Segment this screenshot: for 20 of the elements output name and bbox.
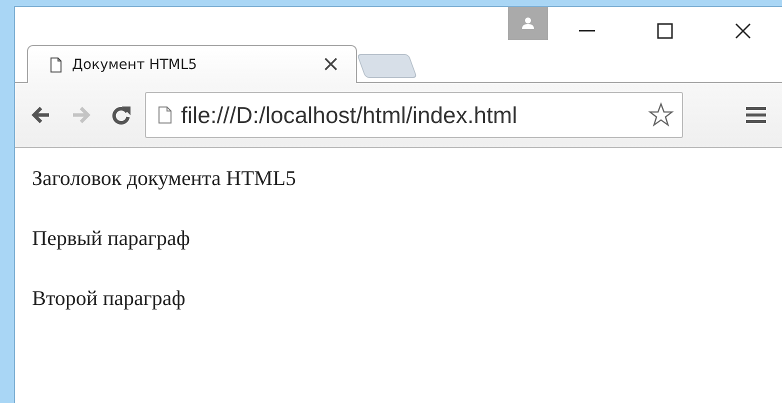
page-icon (158, 106, 172, 124)
browser-tab[interactable]: Документ HTML5 × (27, 45, 357, 83)
page-icon (50, 56, 62, 72)
star-icon[interactable] (648, 102, 674, 128)
reload-icon[interactable] (111, 105, 131, 125)
paragraph: Второй параграф (32, 286, 186, 310)
paragraph: Заголовок документа HTML5 (32, 166, 298, 190)
maximize-icon (657, 23, 673, 39)
close-icon (735, 23, 751, 39)
url-text: file:///D:/localhost/html/index.html (181, 102, 518, 128)
minimize-icon (579, 30, 595, 32)
person-icon (521, 17, 535, 29)
menu-icon[interactable] (746, 106, 766, 124)
new-tab-button[interactable] (356, 54, 418, 78)
profile-button[interactable] (508, 7, 548, 40)
back-arrow-icon[interactable] (31, 105, 51, 125)
paragraph: Первый параграф (32, 226, 191, 250)
tab-close-button[interactable]: × (322, 54, 340, 76)
address-bar[interactable]: file:///D:/localhost/html/index.html (145, 92, 683, 138)
tab-title: Документ HTML5 (72, 56, 198, 72)
